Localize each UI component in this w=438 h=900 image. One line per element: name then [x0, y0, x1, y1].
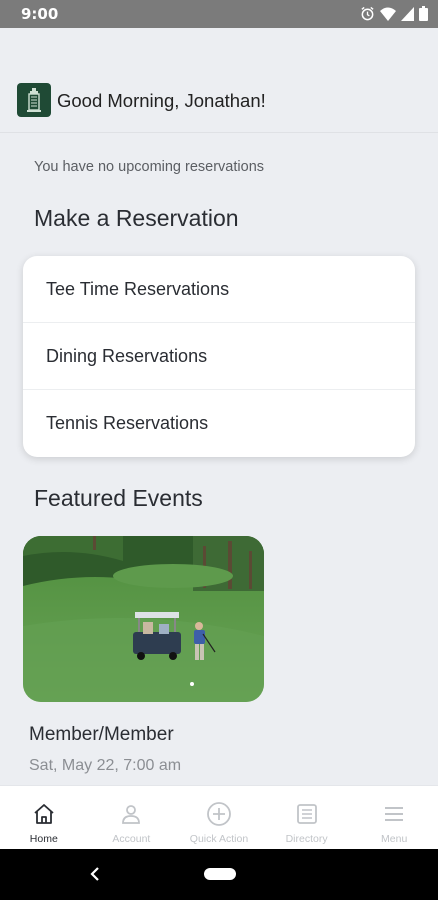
nav-directory[interactable]: Directory: [263, 786, 351, 849]
nav-menu-label: Menu: [381, 833, 408, 845]
nav-home-label: Home: [29, 833, 58, 845]
system-nav-bar: [0, 849, 438, 900]
dining-reservations-item[interactable]: Dining Reservations: [23, 323, 415, 390]
featured-events-title: Featured Events: [34, 485, 203, 511]
tee-time-reservations-item[interactable]: Tee Time Reservations: [23, 256, 415, 323]
status-time: 9:00: [21, 5, 59, 23]
greeting: Good Morning, Jonathan!: [57, 90, 266, 111]
event-date: Sat, May 22, 7:00 am: [29, 757, 182, 774]
directory-icon: [294, 801, 320, 827]
person-icon: [118, 801, 144, 827]
tennis-reservations-item[interactable]: Tennis Reservations: [23, 390, 415, 457]
plus-circle-icon: [206, 801, 232, 827]
home-icon: [31, 801, 57, 827]
home-pill-button[interactable]: [204, 868, 236, 880]
club-logo: [17, 83, 51, 117]
nav-menu[interactable]: Menu: [350, 786, 438, 849]
nav-account[interactable]: Account: [88, 786, 176, 849]
reservations-title: Make a Reservation: [34, 205, 239, 231]
alarm-icon: [360, 6, 375, 26]
nav-quick-action[interactable]: Quick Action: [175, 786, 263, 849]
back-icon[interactable]: [88, 865, 102, 888]
nav-home[interactable]: Home: [0, 786, 88, 849]
header: Good Morning, Jonathan!: [0, 28, 438, 133]
status-icons: [360, 6, 428, 26]
nav-quick-action-label: Quick Action: [189, 833, 249, 845]
nav-account-label: Account: [112, 833, 151, 845]
event-name[interactable]: Member/Member: [29, 724, 174, 746]
battery-icon: [419, 6, 428, 26]
event-image[interactable]: [23, 536, 264, 702]
signal-icon: [401, 6, 414, 26]
menu-icon: [381, 801, 407, 827]
wifi-icon: [380, 7, 396, 26]
no-reservations-notice: You have no upcoming reservations: [34, 159, 265, 175]
nav-directory-label: Directory: [285, 833, 328, 845]
reservation-card: Tee Time Reservations Dining Reservation…: [23, 256, 415, 457]
status-bar: 9:00: [0, 0, 438, 28]
bottom-nav: Home Account Quick Action Directory Menu: [0, 785, 438, 849]
